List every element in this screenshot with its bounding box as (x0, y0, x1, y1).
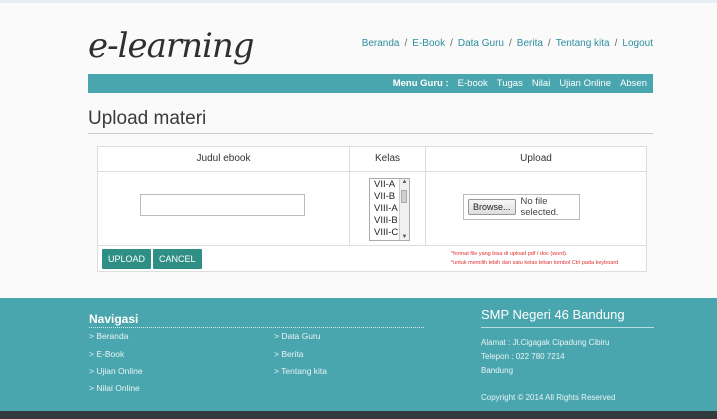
site-logo[interactable]: e-learning (88, 26, 255, 66)
nav-data-guru[interactable]: Data Guru (458, 38, 504, 49)
multiselect-note: *untuk memilih lebih dari satu kelas tek… (451, 260, 619, 266)
browse-button[interactable]: Browse... (468, 199, 516, 215)
column-divider (425, 147, 426, 245)
school-divider (481, 327, 654, 328)
nav-separator: / (614, 38, 618, 49)
row-divider (98, 245, 646, 246)
menu-item-nilai[interactable]: Nilai (532, 78, 550, 89)
nav-separator: / (450, 38, 453, 49)
upload-button[interactable]: UPLOAD (102, 249, 152, 269)
school-city: Bandung (481, 366, 514, 375)
menu-item-ebook[interactable]: E-book (458, 78, 488, 89)
menu-item-absen[interactable]: Absen (620, 78, 647, 89)
school-address: Alamat : Jl.Cigagak Cipadung Cibiru (481, 338, 610, 347)
copyright-text: Copyright © 2014 All Rights Reserved (481, 393, 616, 402)
nav-separator: / (547, 38, 551, 49)
footer-link-beranda[interactable]: > Beranda (89, 331, 128, 341)
footer-bottom-bar (0, 411, 717, 419)
column-divider (349, 147, 350, 245)
header-divider (98, 171, 646, 172)
listbox-scrollbar[interactable]: ▲ ▼ (399, 179, 409, 240)
school-name: SMP Negeri 46 Bandung (481, 307, 625, 322)
footer: Navigasi > Beranda > E-Book > Ujian Onli… (0, 298, 717, 411)
nav-separator: / (509, 38, 512, 49)
school-phone: Telepon : 022 780 7214 (481, 352, 565, 361)
nav-tentang-kita[interactable]: Tentang kita (556, 38, 610, 49)
nav-separator: / (404, 38, 408, 49)
footer-link-ujian-online[interactable]: > Ujian Online (89, 366, 143, 376)
nav-berita[interactable]: Berita (517, 38, 543, 49)
nav-beranda[interactable]: Beranda (362, 38, 400, 49)
file-status-text: No file selected. (520, 196, 559, 218)
footer-link-data-guru[interactable]: > Data Guru (274, 331, 321, 341)
column-header-upload: Upload (520, 153, 552, 164)
nav-ebook[interactable]: E-Book (412, 38, 445, 49)
title-divider (88, 133, 653, 134)
file-upload-field: Browse... No file selected. (463, 194, 580, 220)
scroll-up-arrow-icon[interactable]: ▲ (400, 179, 409, 185)
scroll-thumb[interactable] (401, 190, 407, 203)
nav-logout[interactable]: Logout (622, 38, 653, 49)
footer-nav-divider (89, 327, 424, 328)
menu-guru-label: Menu Guru : (392, 78, 449, 89)
menu-item-tugas[interactable]: Tugas (497, 78, 523, 89)
top-navigation: Beranda / E-Book / Data Guru / Berita / Tentang … (362, 38, 653, 49)
format-note: *format file yang bisa di upload pdf / d… (451, 251, 568, 257)
footer-link-nilai-online[interactable]: > Nilai Online (89, 383, 140, 393)
column-header-judul: Judul ebook (98, 147, 350, 171)
cancel-button[interactable]: CANCEL (153, 249, 202, 269)
page-title: Upload materi (88, 108, 207, 129)
footer-link-ebook[interactable]: > E-Book (89, 349, 124, 359)
upload-form: Judul ebook Kelas Upload VII-A VII-B VII… (97, 146, 647, 272)
footer-nav-title: Navigasi (89, 312, 139, 326)
menu-item-ujian-online[interactable]: Ujian Online (559, 78, 611, 89)
judul-ebook-input[interactable] (140, 194, 305, 216)
footer-link-tentang-kita[interactable]: > Tentang kita (274, 366, 327, 376)
teacher-menu-bar: Menu Guru : E-book Tugas Nilai Ujian Onl… (88, 74, 653, 93)
footer-link-berita[interactable]: > Berita (274, 349, 304, 359)
column-header-kelas: Kelas (350, 147, 426, 171)
scroll-down-arrow-icon[interactable]: ▼ (400, 234, 409, 240)
kelas-listbox[interactable]: VII-A VII-B VIII-A VIII-B VIII-C ▲ ▼ (369, 178, 410, 241)
